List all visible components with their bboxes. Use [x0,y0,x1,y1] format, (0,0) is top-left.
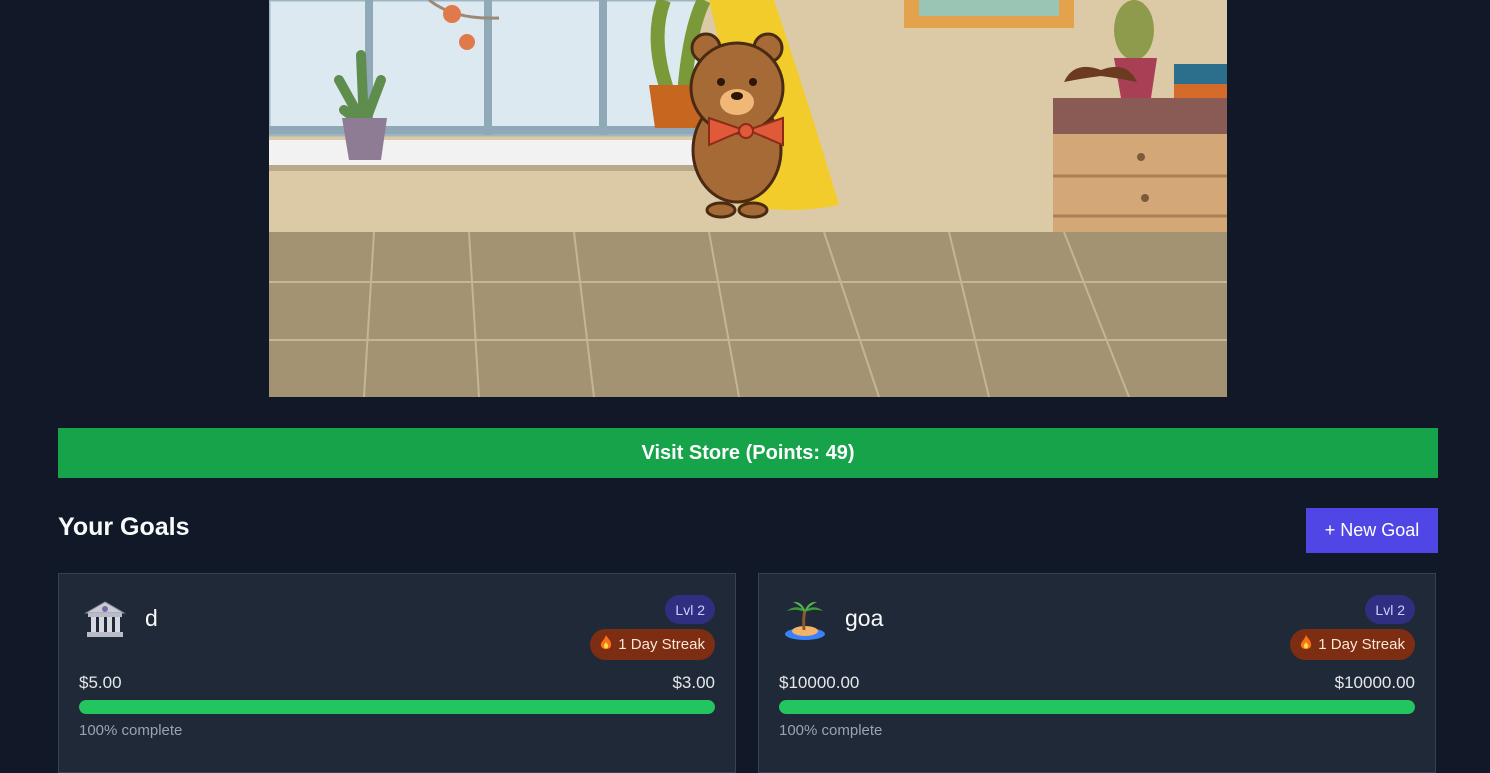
new-goal-button[interactable]: + New Goal [1306,508,1438,553]
bank-icon [83,598,127,642]
fire-icon [1300,634,1312,655]
streak-badge: 1 Day Streak [1290,629,1415,660]
palm-island-icon [783,598,827,642]
level-badge: Lvl 2 [1365,595,1415,624]
progress-bar [779,700,1415,714]
goal-name: goa [845,605,884,631]
saved-amount: $10000.00 [779,673,860,692]
pet-room-scene [269,0,1227,397]
goal-card[interactable]: d Lvl 2 1 Day Streak $5.00 $3.00 100% co… [58,573,736,773]
streak-label: 1 Day Streak [1318,636,1405,653]
goal-name: d [145,605,158,631]
progress-text: 100% complete [779,722,883,739]
progress-fill [779,700,1415,714]
streak-badge: 1 Day Streak [590,629,715,660]
goals-section-title: Your Goals [58,513,190,541]
fire-icon [600,634,612,655]
target-amount: $10000.00 [1334,673,1415,692]
visit-store-button[interactable]: Visit Store (Points: 49) [58,428,1438,478]
progress-text: 100% complete [79,722,183,739]
level-badge: Lvl 2 [665,595,715,624]
goal-card[interactable]: goa Lvl 2 1 Day Streak $10000.00 $10000.… [758,573,1436,773]
progress-fill [79,700,715,714]
streak-label: 1 Day Streak [618,636,705,653]
target-amount: $3.00 [672,673,715,692]
progress-bar [79,700,715,714]
saved-amount: $5.00 [79,673,122,692]
